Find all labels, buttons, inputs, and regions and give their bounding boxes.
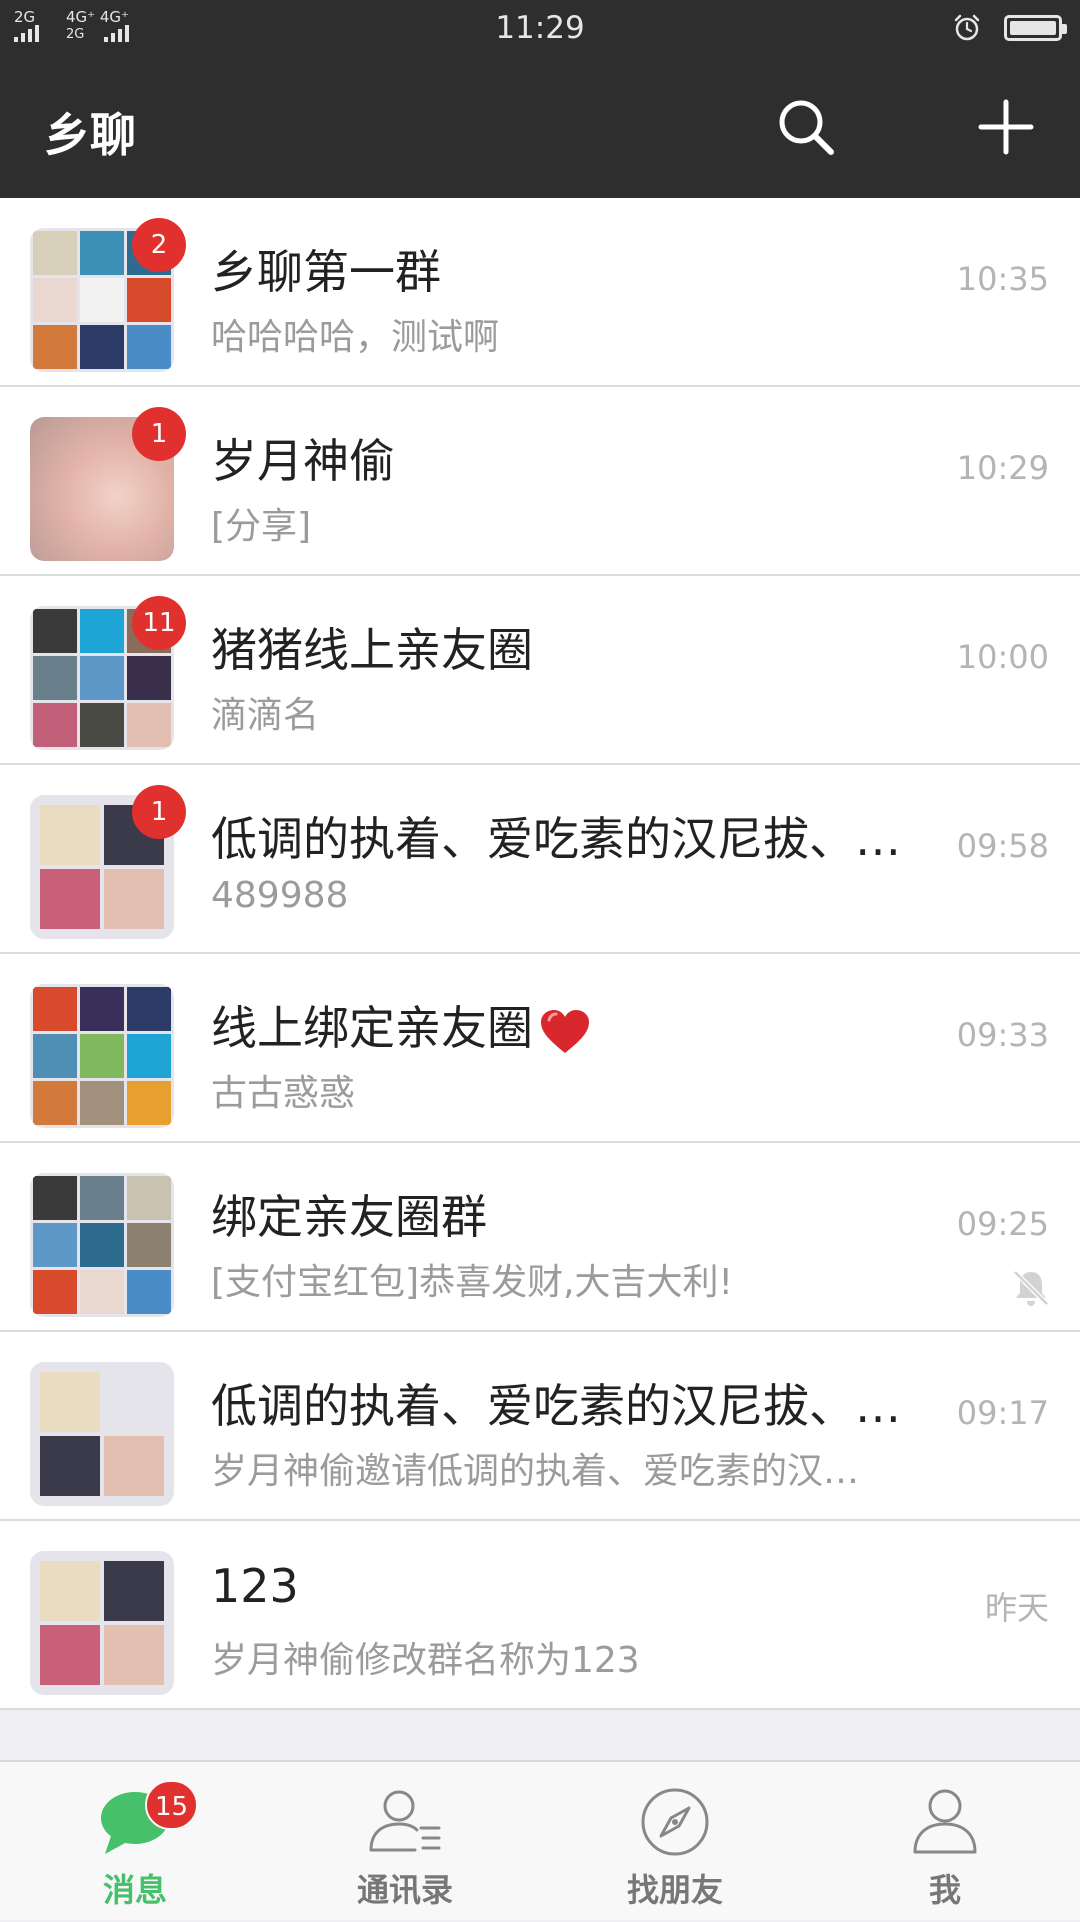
tab-label: 我 xyxy=(928,1871,961,1909)
chat-list: 2 乡聊第一群 哈哈哈哈，测试啊 10:35 1 岁月神偷 [分享] 10:29… xyxy=(0,198,1080,1710)
unread-badge: 11 xyxy=(132,596,186,650)
chat-name: 线上绑定亲友圈 xyxy=(211,992,931,1058)
chat-time: 09:17 xyxy=(956,1394,1049,1432)
battery-icon xyxy=(1004,15,1067,41)
chat-preview: 岁月神偷修改群名称为123 xyxy=(211,1640,640,1681)
chat-name-text: 线上绑定亲友圈 xyxy=(211,1001,533,1055)
person-icon xyxy=(913,1789,977,1854)
chat-name: 猪猪线上亲友圈 xyxy=(211,623,533,677)
bottom-tab-bar: 15 消息 通讯录 找朋友 我 xyxy=(0,1760,1080,1920)
tab-find-friends[interactable]: 找朋友 xyxy=(540,1762,810,1922)
chat-row[interactable]: 11 猪猪线上亲友圈 滴滴名 10:00 xyxy=(0,576,1080,765)
tab-contacts[interactable]: 通讯录 xyxy=(270,1762,540,1922)
search-icon[interactable] xyxy=(775,96,837,158)
tab-messages[interactable]: 15 消息 xyxy=(0,1762,270,1922)
chat-preview: 岁月神偷邀请低调的执着、爱吃素的汉… xyxy=(211,1451,860,1492)
status-bar: 2G 4G⁺ 4G⁺ 2G 11:29 xyxy=(0,0,1080,56)
chat-row[interactable]: 绑定亲友圈群 [支付宝红包]恭喜发财,大吉大利! 09:25 xyxy=(0,1143,1080,1332)
mute-icon xyxy=(1013,1270,1049,1306)
chat-time: 10:29 xyxy=(956,449,1049,487)
chat-preview: 489988 xyxy=(211,875,349,916)
unread-badge: 2 xyxy=(132,218,186,272)
chat-row[interactable]: 线上绑定亲友圈 古古惑惑 09:33 xyxy=(0,954,1080,1143)
status-time: 11:29 xyxy=(495,10,585,46)
chat-name: 乡聊第一群 xyxy=(211,245,441,299)
group-avatar xyxy=(30,984,174,1128)
chat-preview: 古古惑惑 xyxy=(211,1073,356,1114)
chat-row[interactable]: 1 低调的执着、爱吃素的汉尼拔、… 489988 09:58 xyxy=(0,765,1080,954)
alarm-icon xyxy=(954,14,980,41)
chat-name: 低调的执着、爱吃素的汉尼拔、… xyxy=(211,812,901,866)
chat-row[interactable]: 123 岁月神偷修改群名称为123 昨天 xyxy=(0,1521,1080,1710)
chat-name: 绑定亲友圈群 xyxy=(211,1190,487,1244)
group-avatar xyxy=(30,1173,174,1317)
tab-label: 消息 xyxy=(102,1871,167,1909)
chat-time: 09:33 xyxy=(956,1016,1049,1054)
app-header: 乡聊 xyxy=(0,56,1080,198)
unread-badge: 1 xyxy=(132,407,186,461)
chat-row[interactable]: 1 岁月神偷 [分享] 10:29 xyxy=(0,387,1080,576)
chat-preview: 滴滴名 xyxy=(211,695,320,736)
chat-preview: [支付宝红包]恭喜发财,大吉大利! xyxy=(211,1262,733,1303)
heart-icon xyxy=(541,1009,589,1053)
chat-name: 岁月神偷 xyxy=(211,434,395,488)
tab-me[interactable]: 我 xyxy=(810,1762,1080,1922)
group-avatar xyxy=(30,1551,174,1695)
chat-preview: 哈哈哈哈，测试啊 xyxy=(211,317,500,358)
unread-badge: 1 xyxy=(132,785,186,839)
compass-icon xyxy=(641,1788,709,1856)
chat-time: 10:00 xyxy=(956,638,1049,676)
tab-label: 找朋友 xyxy=(626,1871,723,1909)
chat-preview: [分享] xyxy=(211,506,312,547)
group-avatar xyxy=(30,1362,174,1506)
tab-label: 通讯录 xyxy=(356,1871,453,1909)
contacts-icon xyxy=(369,1790,441,1852)
chat-name: 低调的执着、爱吃素的汉尼拔、… xyxy=(211,1379,901,1433)
chat-time: 09:58 xyxy=(956,827,1049,865)
chat-time: 09:25 xyxy=(956,1205,1049,1243)
chat-row[interactable]: 低调的执着、爱吃素的汉尼拔、… 岁月神偷邀请低调的执着、爱吃素的汉… 09:17 xyxy=(0,1332,1080,1521)
plus-icon[interactable] xyxy=(975,96,1037,158)
chat-row[interactable]: 2 乡聊第一群 哈哈哈哈，测试啊 10:35 xyxy=(0,198,1080,387)
chat-time: 昨天 xyxy=(984,1589,1049,1627)
chat-name: 123 xyxy=(211,1559,299,1613)
tab-unread-badge: 15 xyxy=(145,1780,199,1830)
app-title: 乡聊 xyxy=(44,108,136,162)
chat-time: 10:35 xyxy=(956,260,1049,298)
